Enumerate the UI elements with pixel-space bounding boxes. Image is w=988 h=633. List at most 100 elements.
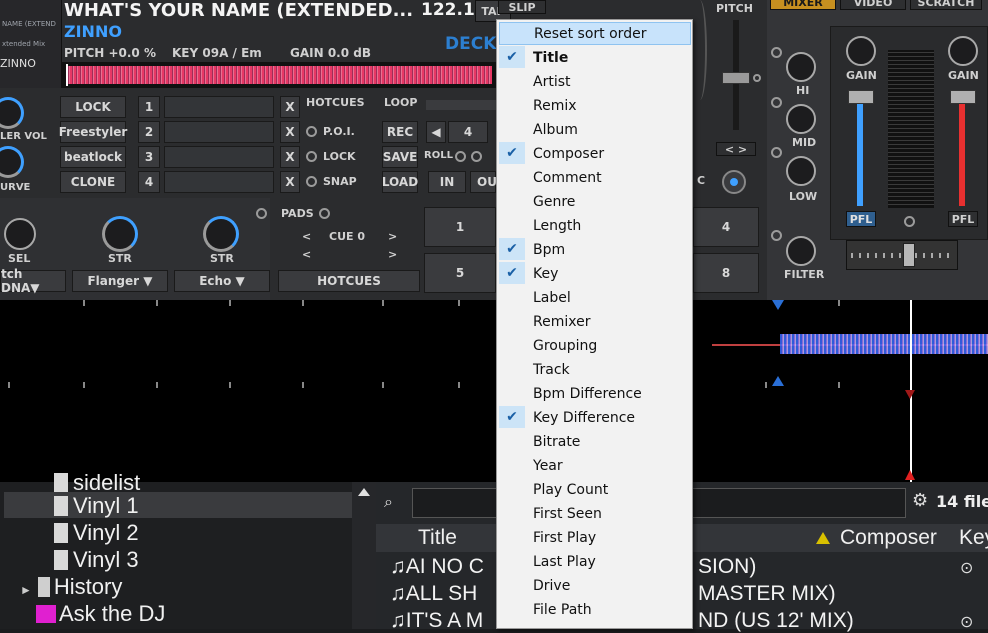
lock-indicator[interactable]	[306, 151, 317, 162]
beatlock-button[interactable]: beatlock	[60, 146, 126, 168]
menu-item-bpm-difference[interactable]: Bpm Difference	[499, 382, 691, 405]
menu-item-composer[interactable]: ✔ Composer	[499, 142, 691, 165]
master-dot[interactable]	[904, 216, 915, 227]
fx-select-1[interactable]: tch DNA▼	[0, 267, 66, 295]
pads-next2-button[interactable]: >	[388, 248, 397, 261]
pad-button-1[interactable]: 1	[424, 207, 496, 247]
fx-str-knob-1[interactable]	[102, 216, 138, 252]
hi-kill-dot[interactable]	[771, 47, 782, 58]
slot-clear-button[interactable]: X	[280, 96, 300, 118]
scroll-up-icon[interactable]	[358, 488, 370, 496]
menu-item-first-play[interactable]: First Play	[499, 526, 691, 549]
slot-name[interactable]	[164, 121, 274, 143]
volume-fader-left[interactable]	[848, 90, 874, 104]
filter-knob[interactable]	[786, 236, 816, 266]
load-button[interactable]: LOAD	[382, 171, 418, 193]
loop-prev-button[interactable]: ◀	[426, 121, 446, 143]
save-button[interactable]: SAVE	[382, 146, 418, 168]
loop-slider[interactable]	[426, 100, 496, 110]
freestyler-button[interactable]: Freestyler	[59, 121, 127, 143]
gain-knob-right[interactable]	[948, 36, 978, 66]
tab-mixer[interactable]: MIXER	[770, 0, 836, 10]
tree-item-vinyl-1[interactable]: Vinyl 1	[54, 493, 139, 519]
hi-knob[interactable]	[786, 52, 816, 82]
fx-str-knob-2[interactable]	[203, 216, 239, 252]
volume-fader-left-track[interactable]	[857, 100, 863, 206]
lock-label[interactable]: LOCK	[323, 150, 356, 163]
slot-clear-button[interactable]: X	[280, 146, 300, 168]
expand-arrow-icon[interactable]: ►	[20, 583, 32, 597]
roll-dot-b[interactable]	[471, 151, 482, 162]
vol-knob[interactable]	[0, 97, 24, 129]
menu-item-genre[interactable]: Genre	[499, 190, 691, 213]
slot-name[interactable]	[164, 171, 274, 193]
waveform-display[interactable]	[0, 300, 988, 482]
poi-label[interactable]: P.O.I.	[323, 125, 355, 138]
gain-knob-left[interactable]	[846, 36, 876, 66]
menu-item-title[interactable]: ✔ Title	[499, 46, 691, 69]
slot-clear-button[interactable]: X	[280, 171, 300, 193]
tree-item-vinyl-3[interactable]: Vinyl 3	[54, 547, 139, 573]
menu-item-bpm[interactable]: ✔ Bpm	[499, 238, 691, 261]
sync-icon[interactable]	[722, 170, 746, 194]
pad-button-8[interactable]: 8	[693, 253, 759, 293]
pitch-reset-dot[interactable]	[753, 74, 761, 82]
slot-clear-button[interactable]: X	[280, 121, 300, 143]
column-header-composer[interactable]: Composer	[840, 526, 937, 550]
menu-item-label[interactable]: Label	[499, 286, 691, 309]
fx-enable-dot[interactable]	[256, 208, 267, 219]
poi-indicator[interactable]	[306, 126, 317, 137]
menu-item-bitrate[interactable]: Bitrate	[499, 430, 691, 453]
menu-item-remix[interactable]: Remix	[499, 94, 691, 117]
curve-knob[interactable]	[0, 146, 24, 178]
table-row[interactable]: ♫AI NO C	[390, 555, 484, 579]
menu-item-key-difference[interactable]: ✔ Key Difference	[499, 406, 691, 429]
menu-item-reset-sort-order[interactable]: Reset sort order	[499, 22, 691, 45]
pfl-button-left[interactable]: PFL	[846, 211, 876, 227]
jog-wheel[interactable]	[693, 0, 707, 100]
gear-icon[interactable]: ⚙	[912, 490, 928, 511]
pads-prev-button[interactable]: <	[302, 230, 311, 243]
menu-item-year[interactable]: Year	[499, 454, 691, 477]
menu-item-album[interactable]: Album	[499, 118, 691, 141]
pads-dot[interactable]	[319, 208, 330, 219]
clone-button[interactable]: CLONE	[60, 171, 126, 193]
tab-video[interactable]: VIDEO	[840, 0, 906, 10]
tree-item-history[interactable]: ► History	[20, 574, 122, 600]
fx-select-2[interactable]: Flanger ▼	[72, 270, 168, 292]
slot-name[interactable]	[164, 96, 274, 118]
slot-number[interactable]: 3	[138, 146, 160, 168]
snap-label[interactable]: SNAP	[323, 175, 357, 188]
menu-item-length[interactable]: Length	[499, 214, 691, 237]
menu-item-first-seen[interactable]: First Seen	[499, 502, 691, 525]
crossfader[interactable]	[846, 240, 958, 270]
table-row[interactable]: ♫IT'S A M	[390, 609, 483, 633]
fx-sel-knob[interactable]	[4, 218, 36, 250]
pitch-nav-button[interactable]: < >	[716, 142, 756, 156]
rec-button[interactable]: REC	[382, 121, 418, 143]
menu-item-key[interactable]: ✔ Key	[499, 262, 691, 285]
menu-item-comment[interactable]: Comment	[499, 166, 691, 189]
menu-item-drive[interactable]: Drive	[499, 574, 691, 597]
menu-item-file-path[interactable]: File Path	[499, 598, 691, 621]
slot-number[interactable]: 4	[138, 171, 160, 193]
volume-fader-right-track[interactable]	[959, 100, 965, 206]
low-knob[interactable]	[786, 156, 816, 186]
menu-item-grouping[interactable]: Grouping	[499, 334, 691, 357]
pitch-slider-handle[interactable]	[722, 72, 750, 84]
slot-number[interactable]: 1	[138, 96, 160, 118]
tree-item-vinyl-2[interactable]: Vinyl 2	[54, 520, 139, 546]
volume-fader-right[interactable]	[950, 90, 976, 104]
fx-select-3[interactable]: Echo ▼	[174, 270, 270, 292]
pad-button-5[interactable]: 5	[424, 253, 496, 293]
slot-number[interactable]: 2	[138, 121, 160, 143]
menu-item-artist[interactable]: Artist	[499, 70, 691, 93]
mid-knob[interactable]	[786, 104, 816, 134]
roll-dot-a[interactable]	[455, 151, 466, 162]
mini-waveform[interactable]	[62, 62, 496, 88]
pads-next-button[interactable]: >	[388, 230, 397, 243]
mid-kill-dot[interactable]	[771, 97, 782, 108]
snap-indicator[interactable]	[306, 176, 317, 187]
tree-scrollbar[interactable]	[352, 482, 376, 629]
pads-prev2-button[interactable]: <	[302, 248, 311, 261]
